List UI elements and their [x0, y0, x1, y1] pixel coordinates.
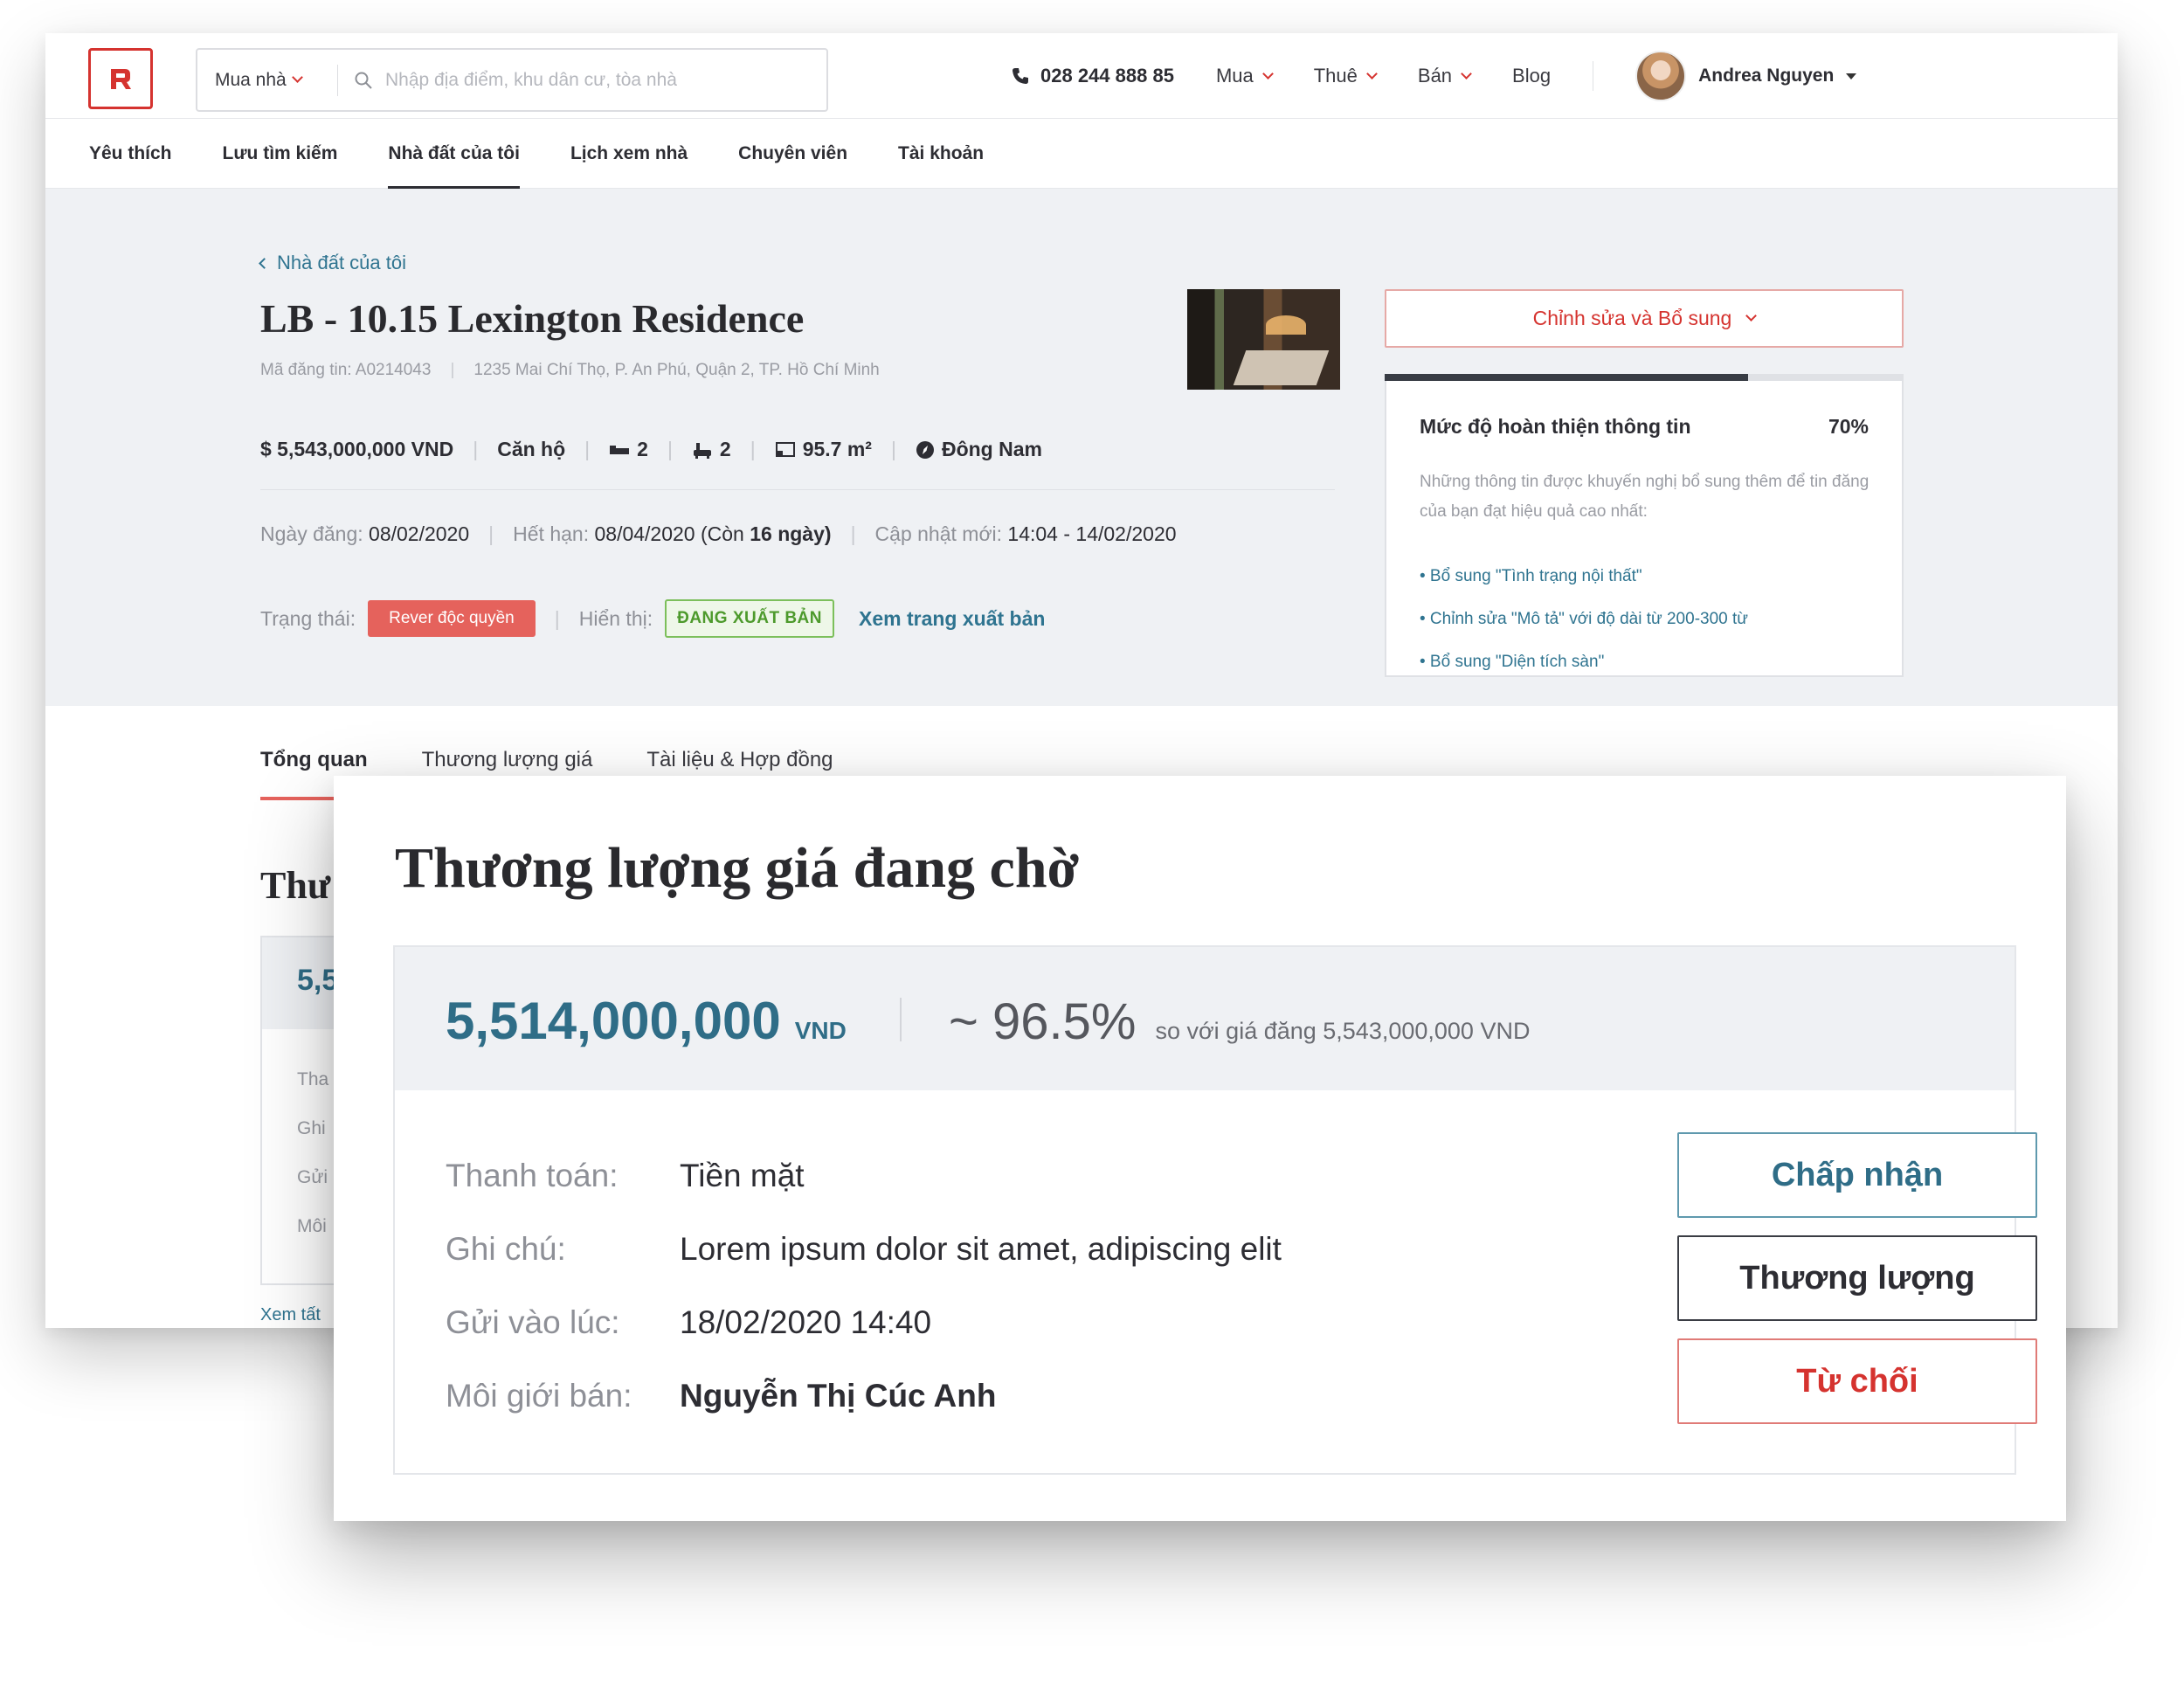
- search-icon: [355, 72, 372, 89]
- negotiate-button[interactable]: Thương lượng: [1677, 1235, 2037, 1321]
- listing-meta: Mã đăng tin: A0214043 | 1235 Mai Chí Thọ…: [260, 361, 880, 379]
- subnav-agents[interactable]: Chuyên viên: [738, 119, 847, 189]
- bathtub-icon: [693, 442, 711, 459]
- floor-area: 95.7 m²: [775, 438, 872, 461]
- chevron-down-icon: [1261, 67, 1274, 80]
- bedrooms: 2: [609, 438, 648, 461]
- bed-icon: [610, 445, 630, 454]
- phone-number: 028 244 888 85: [1040, 65, 1174, 86]
- chevron-down-icon: [1366, 67, 1378, 80]
- sent-time-row: Gửi vào lúc: 18/02/2020 14:40: [446, 1304, 932, 1340]
- listing-thumbnail[interactable]: [1187, 289, 1340, 390]
- chevron-down-icon: [1745, 310, 1758, 322]
- suggestion-list: • Bổ sung "Tình trạng nội thất" • Chỉnh …: [1420, 555, 1748, 683]
- listing-address: 1235 Mai Chí Thọ, P. An Phú, Quận 2, TP.…: [473, 361, 880, 379]
- compass-icon: [916, 440, 934, 459]
- view-published-link[interactable]: Xem trang xuất bản: [859, 607, 1045, 631]
- offer-amount: 5,514,000,000 VND: [446, 992, 847, 1050]
- suggestion-item[interactable]: • Bổ sung "Tình trạng nội thất": [1420, 555, 1748, 598]
- search-mode-select[interactable]: Mua nhà: [197, 70, 337, 91]
- progress-fill: [1385, 374, 1748, 381]
- direction: Đông Nam: [916, 438, 1042, 461]
- expiry-date: Hết hạn: 08/04/2020 (Còn 16 ngày): [513, 522, 832, 545]
- user-menu[interactable]: Andrea Nguyen: [1635, 51, 1857, 101]
- listing-price: $ 5,543,000,000 VND: [260, 438, 454, 460]
- offer-summary: 5,514,000,000 VND ~ 96.5% so với giá đăn…: [395, 947, 2015, 1090]
- offer-percent: ~ 96.5% so với giá đăng 5,543,000,000 VN…: [949, 993, 1531, 1050]
- nav-rent[interactable]: Thuê: [1313, 65, 1378, 87]
- offer-box: 5,514,000,000 VND ~ 96.5% so với giá đăn…: [393, 945, 2037, 1475]
- subnav-viewing-schedule[interactable]: Lịch xem nhà: [570, 119, 688, 189]
- top-navbar: Mua nhà 028 244 888 85 Mua Thu: [45, 33, 2118, 119]
- nav-blog[interactable]: Blog: [1512, 65, 1551, 87]
- posted-date: Ngày đăng: 08/02/2020: [260, 522, 470, 545]
- completeness-description: Những thông tin được khuyến nghị bổ sung…: [1420, 473, 1870, 521]
- payment-row: Thanh toán: Tiền mặt: [446, 1158, 805, 1193]
- view-all-link[interactable]: Xem tất: [260, 1305, 321, 1325]
- bathrooms: 2: [692, 438, 731, 461]
- edit-and-add-button[interactable]: Chỉnh sửa và Bổ sung: [1385, 289, 1904, 348]
- pending-offer-card: Thương lượng giá đang chờ 5,514,000,000 …: [334, 776, 2066, 1521]
- nav-rent-label: Thuê: [1313, 65, 1358, 86]
- subnav-favorites[interactable]: Yêu thích: [89, 119, 172, 189]
- subnav-account[interactable]: Tài khoản: [898, 119, 984, 189]
- listing-specs: $ 5,543,000,000 VND | Căn hộ | 2 | 2 | 9…: [260, 438, 1042, 461]
- listing-type: Căn hộ: [497, 438, 566, 460]
- nav-sell[interactable]: Bán: [1417, 65, 1472, 87]
- chevron-down-icon: [291, 72, 303, 83]
- search-mode-label: Mua nhà: [215, 69, 287, 90]
- listing-code: Mã đăng tin: A0214043: [260, 361, 432, 379]
- published-badge: ĐANG XUẤT BẢN: [665, 599, 834, 638]
- agent-row: Môi giới bán: Nguyễn Thị Cúc Anh: [446, 1378, 997, 1414]
- listing-dates: Ngày đăng: 08/02/2020 | Hết hạn: 08/04/2…: [260, 522, 1177, 545]
- nav-sell-label: Bán: [1417, 65, 1453, 86]
- suggestion-item[interactable]: • Chỉnh sửa "Mô tả" với độ dài từ 200-30…: [1420, 598, 1748, 640]
- chevron-left-icon: [259, 257, 270, 269]
- updated-date: Cập nhật mới: 14:04 - 14/02/2020: [874, 522, 1177, 545]
- completeness-card: Mức độ hoàn thiện thông tin 70% Những th…: [1385, 374, 1904, 677]
- suggestion-item[interactable]: • Bổ sung "Diện tích sàn": [1420, 640, 1748, 683]
- pending-offer-title: Thương lượng giá đang chờ: [395, 836, 1080, 900]
- hotline[interactable]: 028 244 888 85: [1011, 65, 1174, 87]
- offer-compare: so với giá đăng 5,543,000,000 VND: [1155, 1018, 1531, 1044]
- area-icon: [775, 441, 795, 457]
- listing-title: LB - 10.15 Lexington Residence: [260, 296, 805, 341]
- completeness-title: Mức độ hoàn thiện thông tin: [1420, 415, 1691, 438]
- search-input[interactable]: [385, 69, 787, 91]
- user-name: Andrea Nguyen: [1698, 66, 1835, 86]
- chevron-down-icon: [1461, 67, 1472, 80]
- status-badge: Rever độc quyền: [368, 600, 536, 637]
- back-link[interactable]: Nhà đất của tôi: [259, 252, 406, 274]
- phone-icon: [1013, 68, 1028, 84]
- listing-status: Trạng thái: Rever độc quyền | Hiển thị: …: [260, 599, 1045, 638]
- logo-r-icon: [111, 69, 131, 89]
- offer-details: Thanh toán: Tiền mặt Ghi chú: Lorem ipsu…: [446, 1139, 1282, 1433]
- nav-buy[interactable]: Mua: [1215, 65, 1274, 87]
- subnav-saved-searches[interactable]: Lưu tìm kiếm: [223, 119, 338, 189]
- nav-blog-label: Blog: [1512, 65, 1552, 86]
- accept-button[interactable]: Chấp nhận: [1677, 1132, 2037, 1218]
- reject-button[interactable]: Từ chối: [1677, 1338, 2037, 1424]
- completeness-percent: 70%: [1828, 415, 1869, 438]
- caret-down-icon: [1846, 73, 1857, 80]
- completeness-progress: [1385, 374, 1904, 381]
- rever-logo[interactable]: [88, 48, 153, 109]
- avatar: [1635, 51, 1687, 101]
- offer-currency: VND: [794, 1017, 847, 1044]
- account-subnav: Yêu thích Lưu tìm kiếm Nhà đất của tôi L…: [45, 119, 2118, 189]
- section-title-peek: Thư: [260, 864, 331, 907]
- note-row: Ghi chú: Lorem ipsum dolor sit amet, adi…: [446, 1231, 1282, 1267]
- search-bar: Mua nhà: [196, 48, 828, 112]
- nav-buy-label: Mua: [1215, 65, 1254, 86]
- subnav-my-properties[interactable]: Nhà đất của tôi: [388, 119, 520, 189]
